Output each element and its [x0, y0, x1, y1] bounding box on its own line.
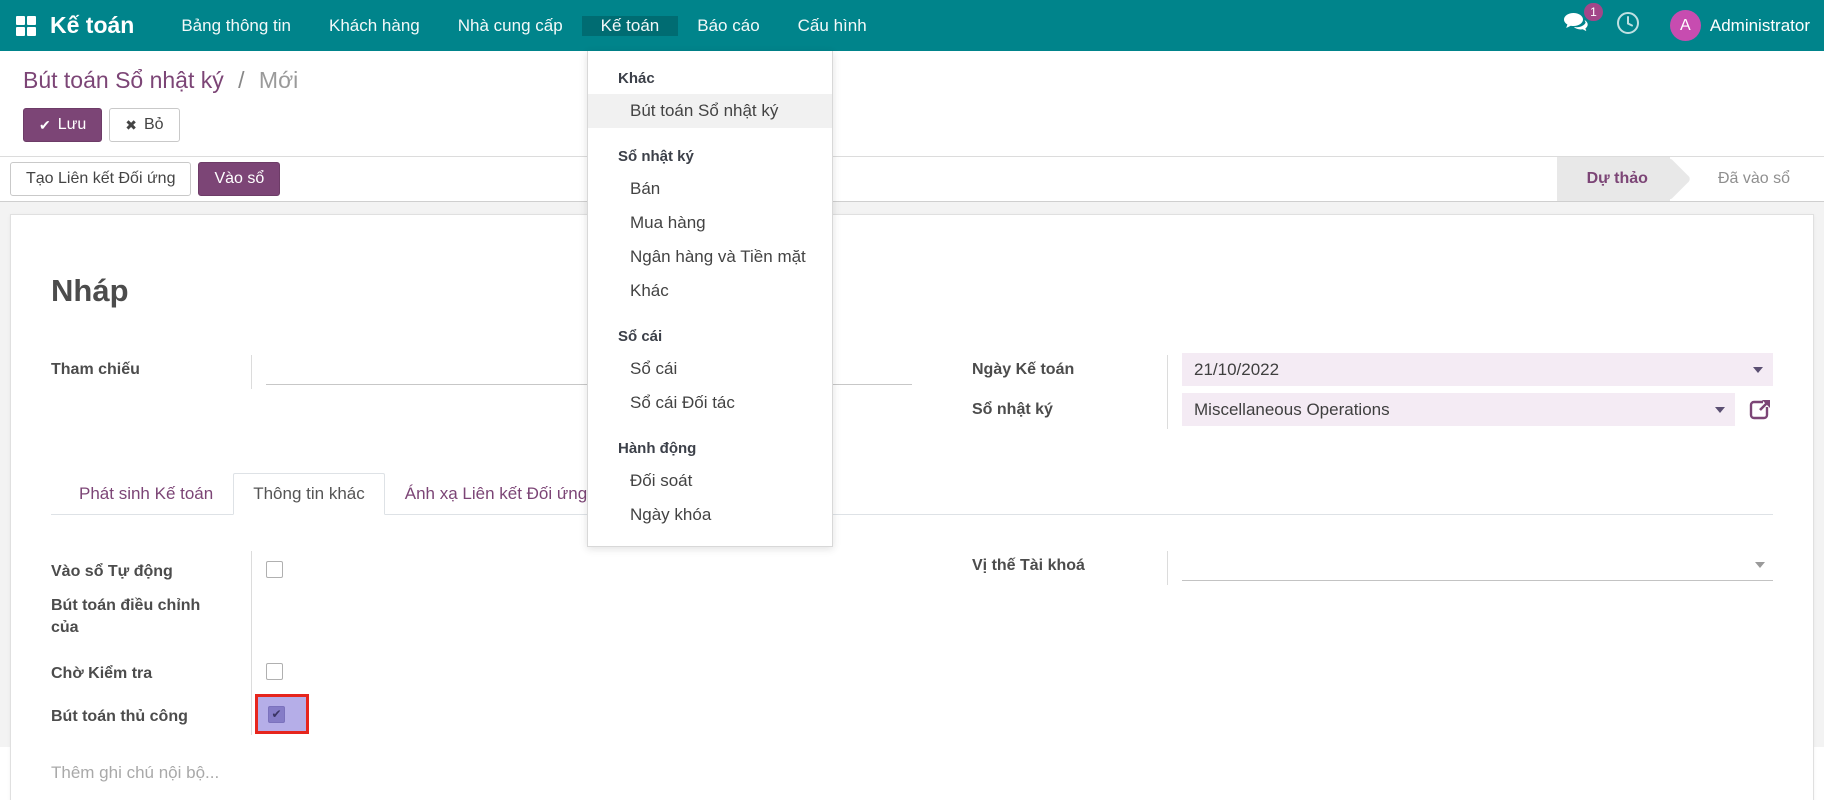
user-menu[interactable]: Administrator — [1710, 16, 1810, 36]
accounting-date-label: Ngày Kế toán — [972, 353, 1167, 381]
page-title: Nháp — [51, 273, 1773, 309]
post-button[interactable]: Vào sổ — [198, 162, 280, 196]
messages-button[interactable]: 1 — [1563, 12, 1590, 39]
menu-item-purchases[interactable]: Mua hàng — [588, 206, 832, 240]
external-link-icon[interactable] — [1747, 397, 1773, 423]
status-step-posted[interactable]: Đã vào sổ — [1688, 157, 1820, 201]
manual-entry-checkbox[interactable]: ✔ — [268, 706, 285, 723]
accounting-date-field[interactable]: 21/10/2022 — [1182, 353, 1773, 386]
menu-item-reconciliation[interactable]: Đối soát — [588, 464, 832, 498]
chevron-down-icon — [1755, 562, 1765, 568]
nav-item-dashboard[interactable]: Bảng thông tin — [162, 16, 310, 36]
menu-item-partner-ledger[interactable]: Sổ cái Đối tác — [588, 386, 832, 420]
fiscal-position-select[interactable] — [1182, 549, 1773, 581]
chat-bubbles-icon — [1563, 21, 1590, 38]
statusbar: Tạo Liên kết Đối ứng Vào sổ Dự thảo Đã v… — [0, 156, 1824, 202]
to-check-label: Chờ Kiểm tra — [51, 657, 251, 685]
chevron-down-icon — [1715, 407, 1725, 413]
nav-item-reporting[interactable]: Báo cáo — [678, 16, 778, 36]
breadcrumb-parent-link[interactable]: Bút toán Sổ nhật ký — [23, 67, 224, 93]
tab-other-info[interactable]: Thông tin khác — [233, 473, 385, 515]
create-counterpart-button[interactable]: Tạo Liên kết Đối ứng — [10, 162, 191, 196]
journal-field[interactable]: Miscellaneous Operations — [1182, 393, 1735, 426]
tab-counterpart-mapping[interactable]: Ánh xạ Liên kết Đối ứng — [385, 473, 607, 515]
apps-grid-icon[interactable] — [16, 16, 36, 36]
fiscal-position-label: Vị thế Tài khoá — [972, 549, 1167, 577]
save-button[interactable]: ✔ Lưu — [23, 108, 102, 142]
to-check-checkbox[interactable] — [266, 663, 283, 680]
nav-item-configuration[interactable]: Cấu hình — [779, 16, 886, 36]
menu-section-ledgers: Sổ cái — [588, 321, 832, 352]
activities-button[interactable] — [1616, 11, 1640, 40]
breadcrumb-separator: / — [238, 67, 244, 93]
status-steps: Dự thảo Đã vào sổ — [1557, 157, 1824, 201]
nav-item-accounting[interactable]: Kế toán — [582, 16, 679, 36]
app-brand[interactable]: Kế toán — [50, 12, 134, 39]
notebook-tabs: Phát sinh Kế toán Thông tin khác Ánh xạ … — [51, 473, 1773, 515]
menu-item-lock-dates[interactable]: Ngày khóa — [588, 498, 832, 532]
tutorial-highlight-box: ✔ — [255, 694, 309, 734]
nav-item-customers[interactable]: Khách hàng — [310, 16, 439, 36]
tab-journal-items[interactable]: Phát sinh Kế toán — [59, 473, 233, 515]
internal-note-input[interactable]: Thêm ghi chú nội bộ... — [51, 763, 1773, 783]
auto-post-label: Vào sổ Tự động — [51, 555, 251, 583]
chevron-down-icon — [1753, 367, 1763, 373]
form-sheet: Nháp Tham chiếu Ngày Kế toán — [10, 214, 1814, 800]
reversal-of-label: Bút toán điều chỉnh của — [51, 589, 251, 638]
manual-entry-label: Bút toán thủ công — [51, 700, 251, 728]
menu-item-sales[interactable]: Bán — [588, 172, 832, 206]
journal-label: Sổ nhật ký — [972, 393, 1167, 421]
message-count-badge: 1 — [1584, 3, 1603, 21]
menu-item-journal-entries[interactable]: Bút toán Sổ nhật ký — [588, 94, 832, 128]
reference-label: Tham chiếu — [51, 353, 251, 381]
menu-section-misc: Khác — [588, 63, 832, 94]
nav-item-vendors[interactable]: Nhà cung cấp — [439, 16, 582, 36]
breadcrumb-current: Mới — [259, 67, 298, 93]
menu-section-actions: Hành động — [588, 433, 832, 464]
status-step-draft[interactable]: Dự thảo — [1557, 157, 1670, 201]
check-icon: ✔ — [39, 117, 51, 134]
menu-item-misc[interactable]: Khác — [588, 274, 832, 308]
top-navbar: Kế toán Bảng thông tin Khách hàng Nhà cu… — [0, 0, 1824, 51]
menu-item-bank-cash[interactable]: Ngân hàng và Tiền mặt — [588, 240, 832, 274]
avatar[interactable]: A — [1670, 10, 1701, 41]
clock-icon — [1616, 22, 1640, 39]
content-area: Nháp Tham chiếu Ngày Kế toán — [0, 202, 1824, 747]
discard-button[interactable]: ✖ Bỏ — [109, 108, 179, 142]
menu-section-journals: Sổ nhật ký — [588, 141, 832, 172]
accounting-dropdown-menu: Khác Bút toán Sổ nhật ký Sổ nhật ký Bán … — [587, 51, 833, 547]
auto-post-checkbox[interactable] — [266, 561, 283, 578]
menu-item-general-ledger[interactable]: Sổ cái — [588, 352, 832, 386]
breadcrumb: Bút toán Sổ nhật ký / Mới — [0, 51, 1824, 94]
x-icon: ✖ — [125, 117, 137, 134]
